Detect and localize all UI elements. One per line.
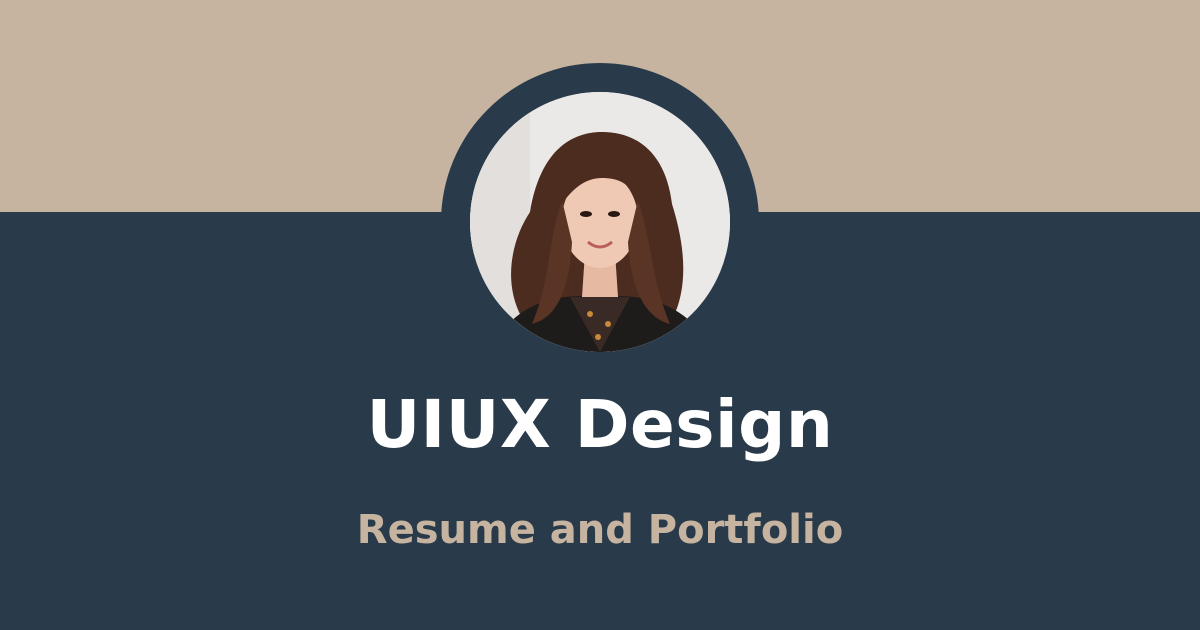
profile-photo-icon — [470, 92, 730, 352]
page-title: UIUX Design — [366, 386, 834, 463]
page-subtitle: Resume and Portfolio — [356, 507, 844, 553]
avatar — [470, 92, 730, 352]
